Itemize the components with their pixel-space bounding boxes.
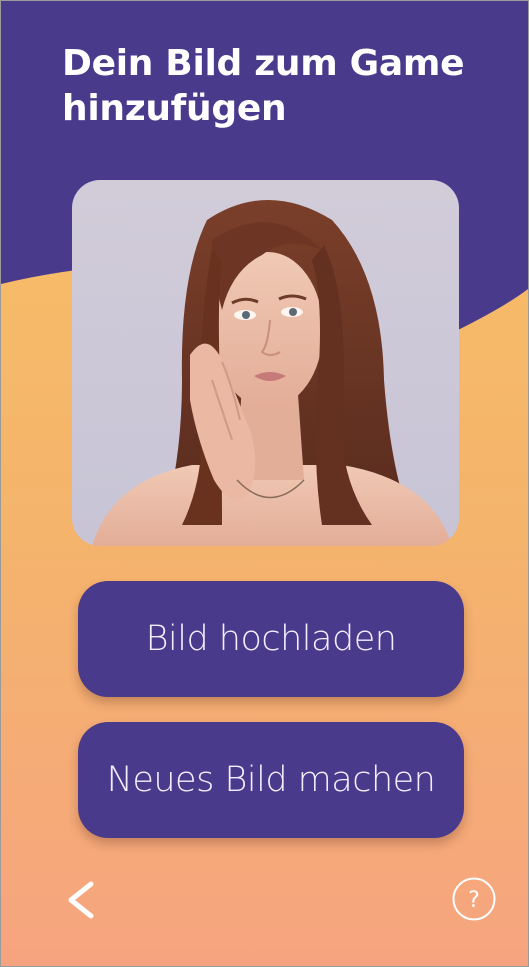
upload-picture-button[interactable]: Bild hochladen bbox=[78, 581, 464, 697]
take-new-picture-button[interactable]: Neues Bild machen bbox=[78, 722, 464, 838]
chevron-left-icon bbox=[68, 881, 94, 919]
help-button[interactable]: ? bbox=[451, 876, 497, 922]
question-circle-icon: ? bbox=[452, 877, 496, 921]
add-picture-screen: Dein Bild zum Game hinzufügen Bild hochl… bbox=[0, 0, 529, 967]
selected-photo[interactable] bbox=[72, 180, 459, 546]
help-glyph: ? bbox=[468, 888, 480, 913]
page-title: Dein Bild zum Game hinzufügen bbox=[62, 43, 465, 129]
back-button[interactable] bbox=[59, 875, 103, 925]
